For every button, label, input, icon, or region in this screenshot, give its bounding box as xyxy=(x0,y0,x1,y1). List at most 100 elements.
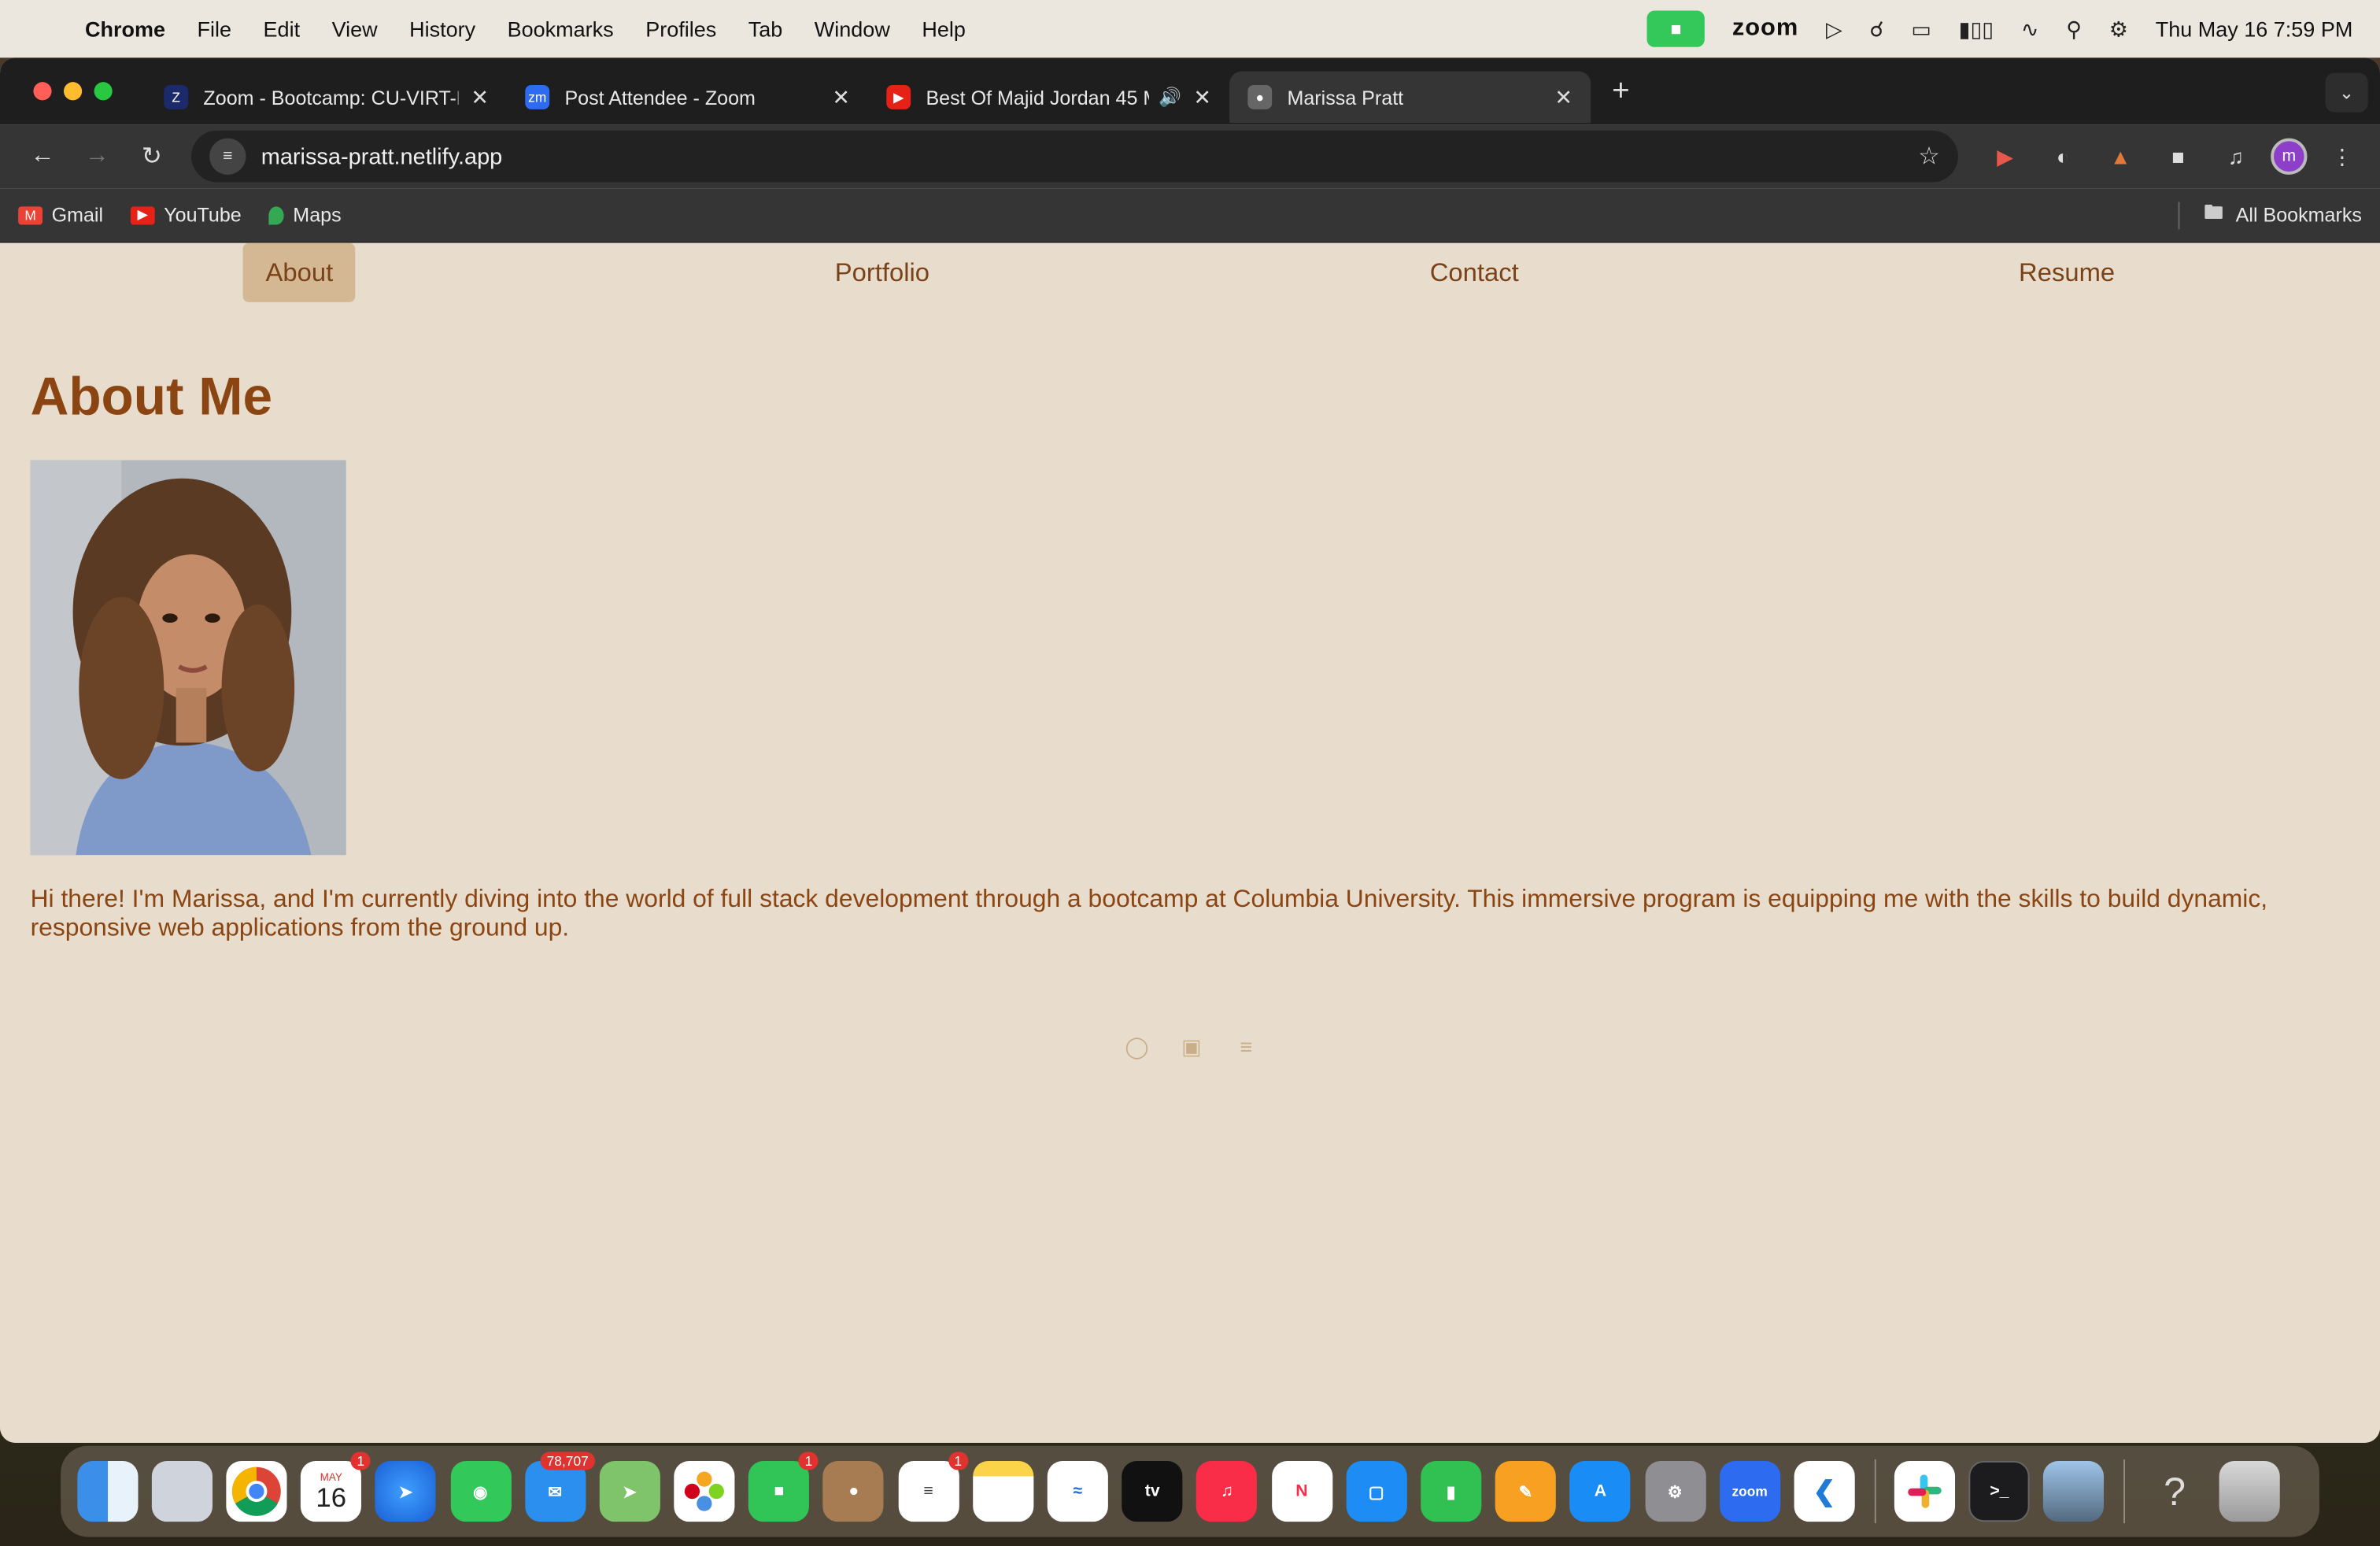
menu-window[interactable]: Window xyxy=(815,17,890,41)
tab-marissa-pratt[interactable]: ● Marissa Pratt ✕ xyxy=(1229,71,1591,124)
bookmark-youtube[interactable]: ▶ YouTube xyxy=(130,204,242,226)
macos-dock: MAY 16 1 ➤ ◉ ✉ 78,707 ➤ ■ 1 ● ≡ 1 ≈ tv ♫… xyxy=(61,1445,2319,1537)
tab-title: Zoom - Bootcamp: CU-VIRT-F xyxy=(203,86,459,109)
extension-icon[interactable]: ▲ xyxy=(2097,144,2143,168)
close-icon[interactable]: ✕ xyxy=(1193,84,1211,110)
tab-title: Best Of Majid Jordan 45 M xyxy=(926,86,1150,109)
finder-icon[interactable] xyxy=(76,1460,138,1522)
music-icon[interactable]: ♫ xyxy=(1196,1460,1258,1522)
wifi-icon[interactable]: ∿ xyxy=(2021,16,2039,42)
linkedin-icon[interactable]: ▣ xyxy=(1178,1033,1206,1060)
close-icon[interactable]: ✕ xyxy=(471,84,489,110)
zoom-window-button[interactable] xyxy=(94,82,113,101)
menu-view[interactable]: View xyxy=(332,17,378,41)
trash-icon[interactable] xyxy=(2219,1460,2280,1522)
mail-icon[interactable]: ✉ 78,707 xyxy=(524,1452,595,1522)
close-icon[interactable]: ✕ xyxy=(1554,84,1572,110)
menu-app-name[interactable]: Chrome xyxy=(85,17,165,41)
reminders-icon[interactable]: ≡ 1 xyxy=(898,1452,968,1522)
nav-portfolio[interactable]: Portfolio xyxy=(835,243,929,302)
freeform-icon[interactable]: ≈ xyxy=(1047,1460,1108,1522)
vscode-icon[interactable]: ❮ xyxy=(1794,1460,1855,1522)
all-bookmarks-button[interactable]: All Bookmarks xyxy=(2236,204,2362,227)
spotlight-search-icon[interactable]: ⚲ xyxy=(2066,16,2082,42)
address-text[interactable]: marissa-pratt.netlify.app xyxy=(261,143,503,169)
headphones-icon[interactable]: ☌ xyxy=(1869,16,1883,42)
photos-icon[interactable] xyxy=(674,1460,735,1522)
help-question-icon[interactable]: ? xyxy=(2144,1461,2204,1522)
news-icon[interactable]: N xyxy=(1271,1460,1332,1522)
menu-file[interactable]: File xyxy=(198,17,232,41)
menu-tab[interactable]: Tab xyxy=(748,17,783,41)
puzzle-extensions-icon[interactable]: ■ xyxy=(2156,144,2201,168)
maps-icon[interactable]: ➤ xyxy=(599,1460,660,1522)
safari-icon[interactable]: ➤ xyxy=(375,1460,437,1522)
tab-post-attendee[interactable]: zm Post Attendee - Zoom ✕ xyxy=(507,72,868,124)
github-icon[interactable]: ◯ xyxy=(1123,1033,1151,1060)
calendar-icon[interactable]: MAY 16 1 xyxy=(301,1452,371,1522)
reload-button[interactable]: ↻ xyxy=(124,141,179,172)
menu-clock[interactable]: Thu May 16 7:59 PM xyxy=(2156,17,2353,41)
play-icon[interactable]: ▷ xyxy=(1826,16,1842,42)
facetime-icon[interactable]: ■ 1 xyxy=(748,1452,819,1522)
contacts-icon[interactable]: ● xyxy=(823,1460,885,1522)
launchpad-icon[interactable] xyxy=(151,1460,213,1522)
new-tab-button[interactable]: + xyxy=(1612,74,1630,109)
zoom-app-icon[interactable]: zoom xyxy=(1719,1460,1780,1522)
media-controls-icon[interactable]: ♫ xyxy=(2213,144,2259,168)
slack-logo xyxy=(1908,1474,1942,1508)
nav-resume[interactable]: Resume xyxy=(2019,243,2115,302)
bio-paragraph: Hi there! I'm Marissa, and I'm currently… xyxy=(30,885,2268,942)
battery-icon[interactable]: ▮▯▯ xyxy=(1959,16,1994,42)
terminal-icon[interactable]: >_ xyxy=(1968,1460,2031,1522)
chrome-icon[interactable] xyxy=(226,1460,287,1522)
forward-button[interactable]: → xyxy=(70,142,124,170)
speaker-icon[interactable]: 🔊 xyxy=(1159,87,1181,108)
numbers-icon[interactable]: ▮ xyxy=(1421,1460,1482,1522)
menu-bookmarks[interactable]: Bookmarks xyxy=(508,17,614,41)
nav-about[interactable]: About xyxy=(242,242,357,302)
gmail-icon: M xyxy=(18,205,43,224)
preview-icon[interactable] xyxy=(2043,1460,2105,1522)
tab-search-button[interactable]: ⌄ xyxy=(2325,72,2368,113)
address-bar[interactable]: ≡ marissa-pratt.netlify.app ☆ xyxy=(191,130,1958,183)
zoom-status-item[interactable]: zoom xyxy=(1732,15,1798,43)
chrome-logo xyxy=(231,1466,281,1516)
notes-icon[interactable] xyxy=(972,1460,1034,1522)
menu-help[interactable]: Help xyxy=(922,17,966,41)
profile-avatar[interactable]: m xyxy=(2271,138,2308,175)
dock-divider xyxy=(2123,1459,2126,1524)
bookmark-gmail[interactable]: M Gmail xyxy=(18,203,104,227)
globe-icon: ● xyxy=(1247,85,1273,109)
site-info-icon[interactable]: ≡ xyxy=(209,138,246,175)
system-settings-icon[interactable]: ⚙ xyxy=(1644,1460,1706,1522)
pages-icon[interactable]: ✎ xyxy=(1495,1460,1557,1522)
extension-icon[interactable]: ◐ xyxy=(2040,144,2086,168)
apple-tv-icon[interactable]: tv xyxy=(1122,1460,1183,1522)
messages-icon[interactable]: ◉ xyxy=(449,1460,512,1522)
screen-recorder-extension-icon[interactable]: ▶ xyxy=(1983,143,2028,169)
tab-zoom-bootcamp[interactable]: Z Zoom - Bootcamp: CU-VIRT-F ✕ xyxy=(146,72,507,124)
video-meeting-icon[interactable]: ■ xyxy=(1646,10,1706,47)
nav-contact[interactable]: Contact xyxy=(1430,243,1519,302)
close-icon[interactable]: ✕ xyxy=(832,84,850,110)
zoom-icon: zm xyxy=(525,85,550,109)
bookmark-maps[interactable]: Maps xyxy=(268,204,342,226)
browser-window: Z Zoom - Bootcamp: CU-VIRT-F ✕ zm Post A… xyxy=(0,57,2380,1443)
menu-edit[interactable]: Edit xyxy=(264,17,301,41)
chrome-menu-icon[interactable]: ⋮ xyxy=(2319,143,2365,169)
stackoverflow-icon[interactable]: ≡ xyxy=(1232,1033,1260,1060)
screen-mirroring-icon[interactable]: ▭ xyxy=(1911,16,1931,42)
app-store-icon[interactable]: A xyxy=(1569,1460,1631,1522)
minimize-window-button[interactable] xyxy=(64,82,83,101)
slack-icon[interactable] xyxy=(1894,1460,1956,1522)
menu-history[interactable]: History xyxy=(409,17,475,41)
keynote-icon[interactable]: ▢ xyxy=(1346,1460,1407,1522)
bookmark-label: Gmail xyxy=(51,203,104,227)
tab-majid-jordan[interactable]: ▶ Best Of Majid Jordan 45 M 🔊 ✕ xyxy=(868,72,1229,124)
close-window-button[interactable] xyxy=(33,82,52,101)
back-button[interactable]: ← xyxy=(15,142,69,170)
bookmark-star-icon[interactable]: ☆ xyxy=(1918,141,1940,172)
menu-profiles[interactable]: Profiles xyxy=(645,17,716,41)
control-center-icon[interactable]: ⚙ xyxy=(2109,16,2128,42)
